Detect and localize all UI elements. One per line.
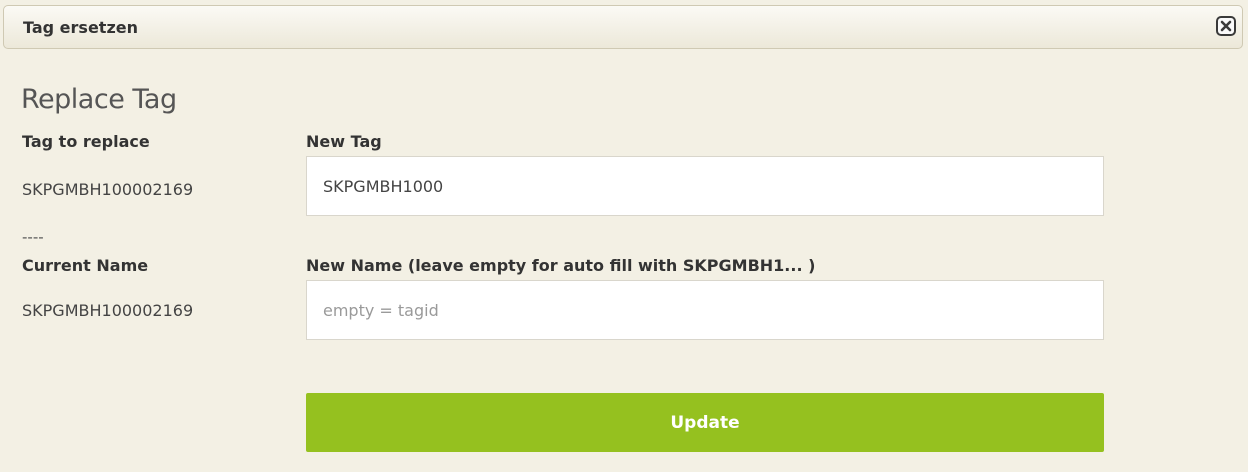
replace-tag-dialog: Tag ersetzen Replace Tag Tag to replace …: [0, 0, 1248, 472]
current-name-label: Current Name: [22, 256, 149, 275]
dialog-title: Tag ersetzen: [23, 18, 138, 37]
tag-to-replace-value: SKPGMBH100002169: [22, 180, 194, 199]
tag-to-replace-label: Tag to replace: [22, 132, 150, 151]
new-tag-label: New Tag: [306, 132, 382, 151]
new-tag-input[interactable]: [306, 156, 1104, 216]
current-name-value: SKPGMBH100002169: [22, 301, 194, 320]
new-name-input[interactable]: [306, 280, 1104, 340]
dialog-titlebar: Tag ersetzen: [3, 5, 1243, 49]
update-button[interactable]: Update: [306, 393, 1104, 452]
close-button[interactable]: [1216, 16, 1236, 36]
close-icon: [1220, 20, 1232, 32]
form-heading: Replace Tag: [21, 84, 177, 115]
separator: ----: [22, 228, 44, 246]
new-name-label: New Name (leave empty for auto fill with…: [306, 256, 816, 275]
